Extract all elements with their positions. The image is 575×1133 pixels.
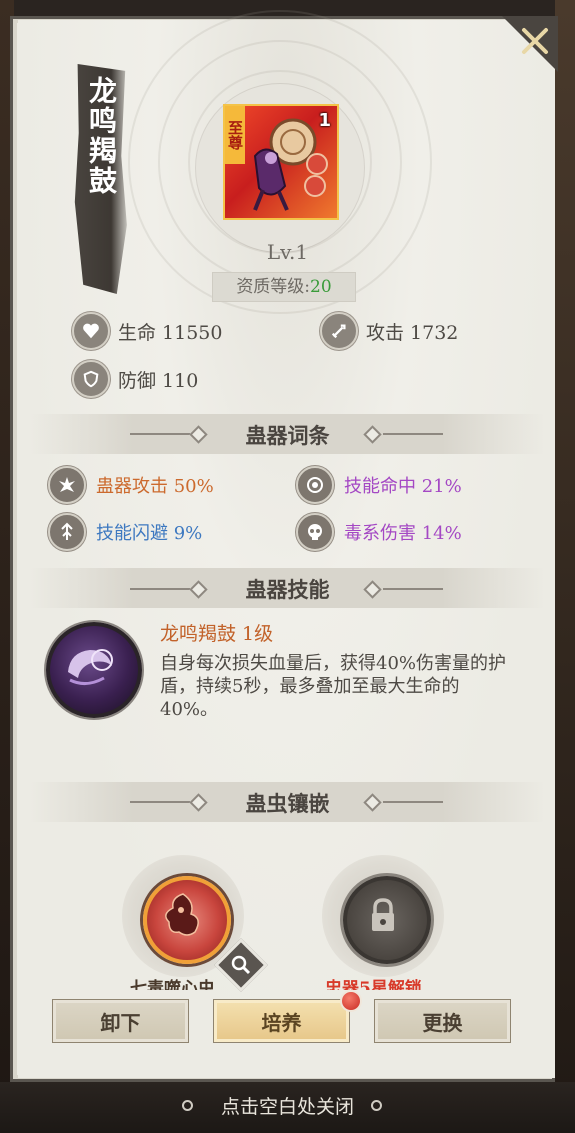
skill-icon[interactable] <box>46 622 142 718</box>
affix-item: 技能命中 21% <box>296 466 462 504</box>
gu-slot-locked[interactable] <box>343 876 431 964</box>
replace-button[interactable]: 更换 <box>374 999 511 1043</box>
background-right <box>555 0 575 1133</box>
quality-value: 20 <box>310 277 332 297</box>
attack-icon <box>320 312 358 350</box>
stat-hp-label: 生命 11550 <box>118 321 223 344</box>
affix-text: 蛊器攻击 50% <box>96 476 214 497</box>
slot-label-locked: 忠器5星解锁 <box>325 979 422 990</box>
skull-icon <box>296 513 334 551</box>
magnifier-icon <box>231 955 251 975</box>
quality-label: 资质等级: <box>236 277 311 297</box>
notification-dot <box>340 990 362 1012</box>
close-button[interactable] <box>502 16 558 72</box>
item-icon[interactable]: 至尊 1 <box>223 104 339 220</box>
affix-text: 毒系伤害 14% <box>344 523 462 544</box>
stat-attack: 攻击 1732 <box>320 312 459 350</box>
stat-attack-label: 攻击 1732 <box>366 321 459 344</box>
stat-defense: 防御 110 <box>72 360 199 398</box>
slot-label-filled: 七毒噬心虫 <box>130 979 215 990</box>
item-title: 龙鸣羯鼓 <box>85 76 118 196</box>
drum-roar-icon <box>68 649 113 685</box>
item-count: 1 <box>318 110 331 131</box>
close-hint: 点击空白处关闭 <box>220 1096 354 1118</box>
close-icon <box>502 16 558 72</box>
rarity-tag: 至尊 <box>225 106 245 164</box>
item-level: Lv.1 <box>266 240 309 264</box>
unequip-button[interactable]: 卸下 <box>52 999 189 1043</box>
inlay-title: 蛊虫镶嵌 <box>245 791 330 816</box>
gu-slot-filled[interactable] <box>143 876 231 964</box>
burst-icon <box>48 466 86 504</box>
affix-item: 技能闪避 9% <box>48 513 202 551</box>
affixes-title: 蛊器词条 <box>245 423 330 448</box>
spiral-eye-icon <box>296 466 334 504</box>
heart-icon <box>72 312 110 350</box>
gu-insect-icon <box>165 893 199 936</box>
lock-icon <box>372 898 394 931</box>
stat-defense-label: 防御 110 <box>118 369 199 392</box>
shield-icon <box>72 360 110 398</box>
affix-text: 技能闪避 9% <box>96 523 203 544</box>
skill-description: 自身每次损失血量后，获得40%伤害量的护盾，持续5秒，最多叠加至最大生命的40%… <box>160 653 507 720</box>
stat-hp: 生命 11550 <box>72 312 223 350</box>
affix-item: 毒系伤害 14% <box>296 513 462 551</box>
footer-dot-right <box>371 1100 382 1111</box>
affix-text: 技能命中 21% <box>344 476 462 497</box>
skill-title: 蛊器技能 <box>245 577 330 602</box>
quality-badge: 资质等级:20 <box>212 272 356 302</box>
affix-item: 蛊器攻击 50% <box>48 466 214 504</box>
dodge-arrow-icon <box>48 513 86 551</box>
cultivate-button[interactable]: 培养 <box>213 999 350 1043</box>
skill-name: 龙鸣羯鼓 1级 <box>160 623 274 645</box>
